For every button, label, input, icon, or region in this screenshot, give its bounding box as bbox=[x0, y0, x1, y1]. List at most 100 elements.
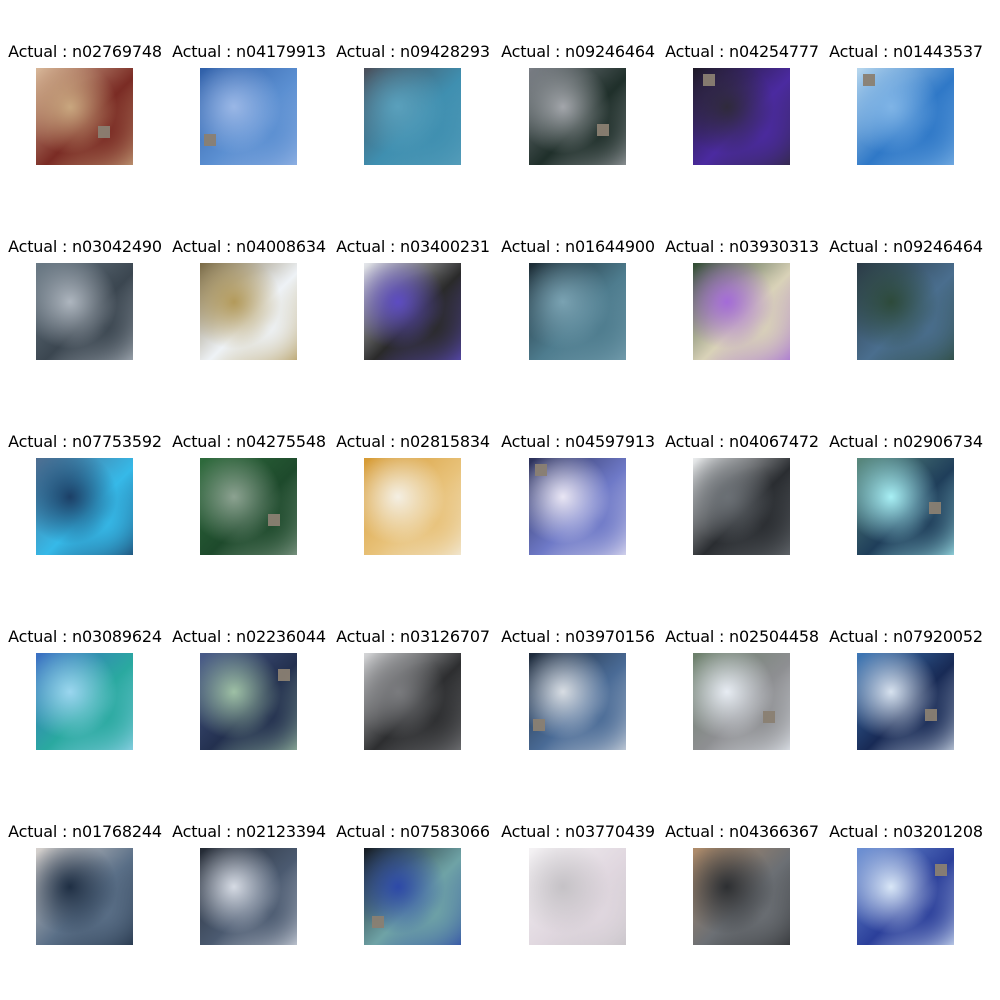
grid-cell: Actual : n03201208 bbox=[824, 780, 988, 945]
image-thumbnail bbox=[200, 848, 297, 945]
image-thumbnail bbox=[857, 68, 954, 165]
grid-cell: Actual : n07753592 bbox=[3, 390, 167, 555]
image-thumbnail bbox=[364, 848, 461, 945]
grid-cell: Actual : n03400231 bbox=[331, 195, 495, 360]
image-title: Actual : n02504458 bbox=[665, 627, 819, 646]
image-title: Actual : n07920052 bbox=[829, 627, 983, 646]
image-thumbnail bbox=[529, 458, 626, 555]
occlusion-patch bbox=[278, 669, 290, 681]
image-title: Actual : n04008634 bbox=[172, 237, 326, 256]
occlusion-patch bbox=[597, 124, 609, 136]
grid-cell: Actual : n03770439 bbox=[496, 780, 660, 945]
image-thumbnail bbox=[364, 653, 461, 750]
occlusion-patch bbox=[925, 709, 937, 721]
occlusion-patch bbox=[372, 916, 384, 928]
image-thumbnail bbox=[364, 263, 461, 360]
image-title: Actual : n01768244 bbox=[8, 822, 162, 841]
grid-cell: Actual : n01768244 bbox=[3, 780, 167, 945]
image-title: Actual : n09246464 bbox=[829, 237, 983, 256]
occlusion-patch bbox=[763, 711, 775, 723]
image-thumbnail bbox=[693, 68, 790, 165]
occlusion-patch bbox=[268, 514, 280, 526]
grid-cell: Actual : n04597913 bbox=[496, 390, 660, 555]
image-thumbnail bbox=[857, 263, 954, 360]
image-thumbnail bbox=[36, 458, 133, 555]
image-thumbnail bbox=[693, 458, 790, 555]
occlusion-patch bbox=[204, 134, 216, 146]
grid-cell: Actual : n04067472 bbox=[660, 390, 824, 555]
grid-cell: Actual : n09246464 bbox=[496, 0, 660, 165]
image-title: Actual : n04366367 bbox=[665, 822, 819, 841]
image-thumbnail bbox=[36, 653, 133, 750]
grid-cell: Actual : n07920052 bbox=[824, 585, 988, 750]
image-title: Actual : n09428293 bbox=[336, 42, 490, 61]
image-title: Actual : n01644900 bbox=[501, 237, 655, 256]
grid-cell: Actual : n02769748 bbox=[3, 0, 167, 165]
grid-cell: Actual : n01443537 bbox=[824, 0, 988, 165]
image-title: Actual : n04254777 bbox=[665, 42, 819, 61]
image-thumbnail bbox=[857, 848, 954, 945]
image-thumbnail bbox=[529, 848, 626, 945]
image-grid: Actual : n02769748 Actual : n04179913 Actu… bbox=[0, 0, 1000, 1000]
image-thumbnail bbox=[364, 68, 461, 165]
grid-cell: Actual : n01644900 bbox=[496, 195, 660, 360]
occlusion-patch bbox=[703, 74, 715, 86]
image-title: Actual : n03930313 bbox=[665, 237, 819, 256]
image-title: Actual : n02123394 bbox=[172, 822, 326, 841]
grid-cell: Actual : n02504458 bbox=[660, 585, 824, 750]
image-title: Actual : n07753592 bbox=[8, 432, 162, 451]
image-title: Actual : n04275548 bbox=[172, 432, 326, 451]
grid-cell: Actual : n02815834 bbox=[331, 390, 495, 555]
image-title: Actual : n04067472 bbox=[665, 432, 819, 451]
image-thumbnail bbox=[36, 848, 133, 945]
grid-cell: Actual : n04254777 bbox=[660, 0, 824, 165]
image-thumbnail bbox=[529, 263, 626, 360]
image-title: Actual : n03042490 bbox=[8, 237, 162, 256]
image-thumbnail bbox=[36, 68, 133, 165]
grid-cell: Actual : n04275548 bbox=[167, 390, 331, 555]
occlusion-patch bbox=[929, 502, 941, 514]
image-title: Actual : n03770439 bbox=[501, 822, 655, 841]
grid-cell: Actual : n03126707 bbox=[331, 585, 495, 750]
image-thumbnail bbox=[693, 263, 790, 360]
grid-cell: Actual : n09246464 bbox=[824, 195, 988, 360]
occlusion-patch bbox=[935, 864, 947, 876]
grid-cell: Actual : n02236044 bbox=[167, 585, 331, 750]
occlusion-patch bbox=[863, 74, 875, 86]
image-title: Actual : n02906734 bbox=[829, 432, 983, 451]
image-title: Actual : n09246464 bbox=[501, 42, 655, 61]
image-title: Actual : n07583066 bbox=[336, 822, 490, 841]
image-thumbnail bbox=[200, 653, 297, 750]
image-title: Actual : n03201208 bbox=[829, 822, 983, 841]
image-title: Actual : n03400231 bbox=[336, 237, 490, 256]
image-thumbnail bbox=[200, 263, 297, 360]
image-thumbnail bbox=[857, 458, 954, 555]
image-title: Actual : n02815834 bbox=[336, 432, 490, 451]
image-title: Actual : n01443537 bbox=[829, 42, 983, 61]
image-thumbnail bbox=[36, 263, 133, 360]
grid-cell: Actual : n09428293 bbox=[331, 0, 495, 165]
image-title: Actual : n04179913 bbox=[172, 42, 326, 61]
grid-cell: Actual : n03042490 bbox=[3, 195, 167, 360]
occlusion-patch bbox=[98, 126, 110, 138]
grid-cell: Actual : n03970156 bbox=[496, 585, 660, 750]
image-thumbnail bbox=[693, 653, 790, 750]
image-thumbnail bbox=[364, 458, 461, 555]
image-thumbnail bbox=[693, 848, 790, 945]
grid-cell: Actual : n03930313 bbox=[660, 195, 824, 360]
grid-cell: Actual : n04008634 bbox=[167, 195, 331, 360]
grid-cell: Actual : n04366367 bbox=[660, 780, 824, 945]
image-title: Actual : n02236044 bbox=[172, 627, 326, 646]
image-title: Actual : n03126707 bbox=[336, 627, 490, 646]
image-thumbnail bbox=[529, 68, 626, 165]
grid-cell: Actual : n03089624 bbox=[3, 585, 167, 750]
image-thumbnail bbox=[857, 653, 954, 750]
image-title: Actual : n02769748 bbox=[8, 42, 162, 61]
image-thumbnail bbox=[200, 458, 297, 555]
grid-cell: Actual : n07583066 bbox=[331, 780, 495, 945]
grid-cell: Actual : n02906734 bbox=[824, 390, 988, 555]
occlusion-patch bbox=[535, 464, 547, 476]
image-title: Actual : n03089624 bbox=[8, 627, 162, 646]
grid-cell: Actual : n02123394 bbox=[167, 780, 331, 945]
image-thumbnail bbox=[529, 653, 626, 750]
